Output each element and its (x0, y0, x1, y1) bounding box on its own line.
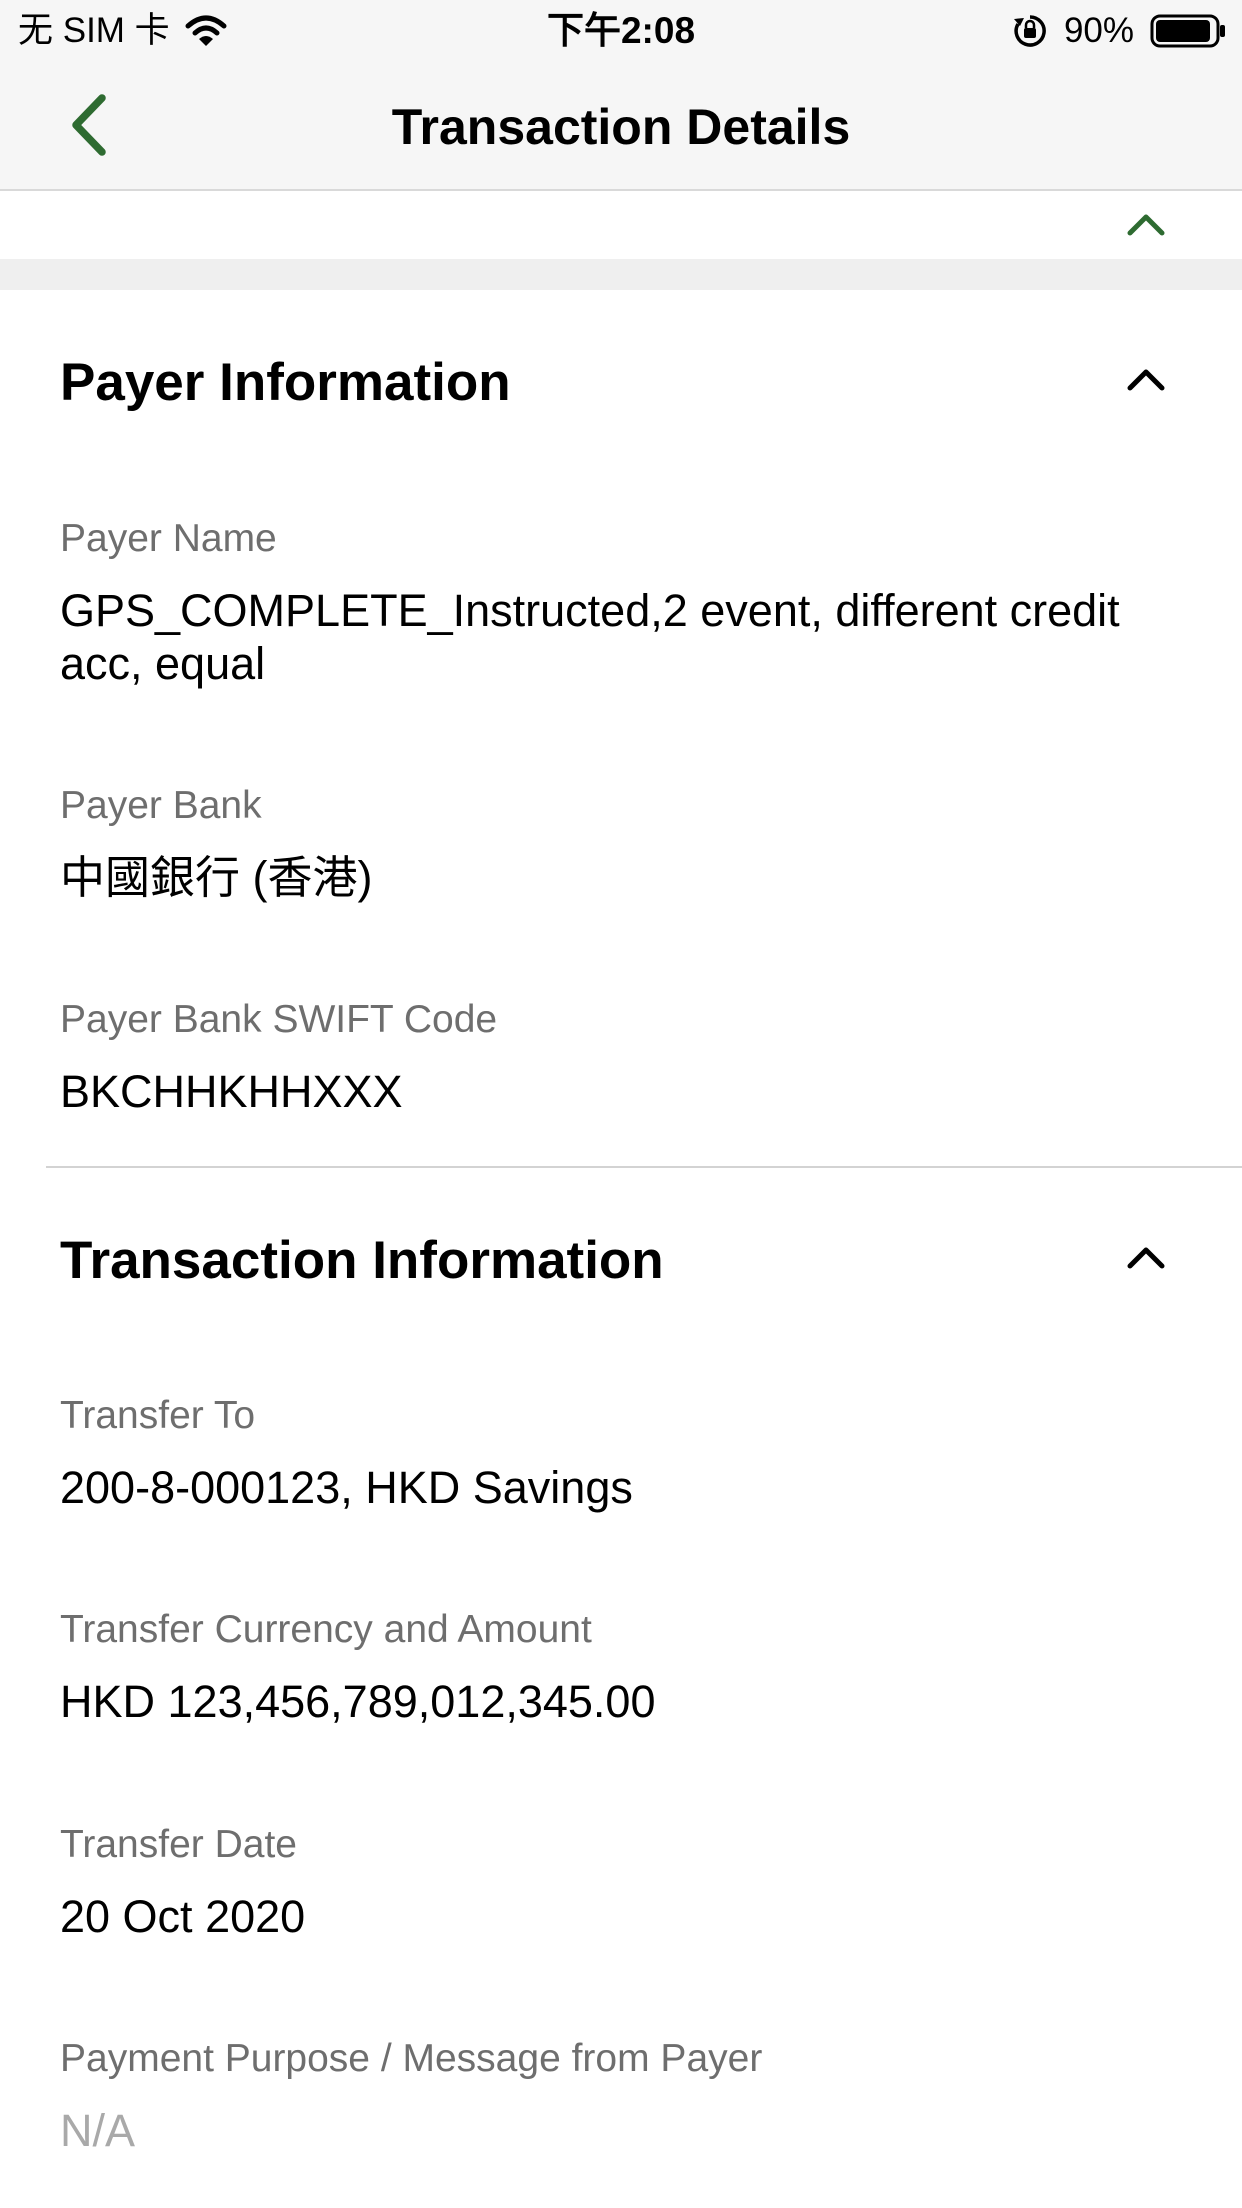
divider (46, 1166, 1242, 1168)
status-bar: 无 SIM 卡 下午2:08 90% (0, 0, 1242, 62)
chevron-up-icon[interactable] (1126, 211, 1166, 242)
section-title: Transaction Information (60, 1231, 664, 1290)
battery-icon (1150, 13, 1228, 49)
field-label: Payment Purpose / Message from Payer (60, 2037, 763, 2080)
status-right: 90% (1012, 10, 1228, 52)
orientation-lock-icon (1012, 13, 1048, 49)
battery-percent: 90% (1063, 11, 1134, 50)
payment-purpose-field: Payment Purpose / Message from Payer N/A (60, 2036, 1190, 2157)
field-label: Payer Name (60, 517, 277, 560)
section-title: Payer Information (60, 353, 511, 412)
field-value: BKCHHKHHXXX (60, 1066, 403, 1117)
field-value: 200-8-000123, HKD Savings (60, 1462, 633, 1513)
transfer-amount-field: Transfer Currency and Amount HKD 123,456… (60, 1607, 1190, 1728)
nav-bar: Transaction Details (0, 62, 1242, 189)
field-label: Transfer To (60, 1394, 256, 1437)
transaction-information-header[interactable]: Transaction Information (0, 1210, 1242, 1310)
section-separator (0, 259, 1242, 290)
field-value: 中國銀行 (香港) (60, 852, 373, 903)
page-title: Transaction Details (391, 99, 851, 155)
transfer-to-field: Transfer To 200-8-000123, HKD Savings (60, 1393, 1190, 1514)
field-label: Payer Bank (60, 784, 262, 827)
payer-bank-swift-field: Payer Bank SWIFT Code BKCHHKHHXXX (60, 997, 1190, 1118)
field-value: GPS_COMPLETE_Instructed,2 event, differe… (60, 585, 1120, 689)
top-bar: 无 SIM 卡 下午2:08 90% Transaction Details (0, 0, 1242, 191)
payer-information-header[interactable]: Payer Information (0, 332, 1242, 432)
chevron-up-icon (1126, 366, 1166, 397)
field-value: N/A (60, 2105, 136, 2156)
field-label: Transfer Currency and Amount (60, 1608, 592, 1651)
field-value: HKD 123,456,789,012,345.00 (60, 1676, 656, 1727)
collapsed-section-strip (0, 191, 1242, 259)
payer-name-field: Payer Name GPS_COMPLETE_Instructed,2 eve… (60, 516, 1190, 690)
chevron-up-icon (1126, 1244, 1166, 1275)
payer-bank-field: Payer Bank 中國銀行 (香港) (60, 783, 1190, 904)
field-label: Payer Bank SWIFT Code (60, 998, 498, 1041)
field-label: Transfer Date (60, 1823, 297, 1866)
field-value: 20 Oct 2020 (60, 1891, 306, 1942)
transfer-date-field: Transfer Date 20 Oct 2020 (60, 1822, 1190, 1943)
